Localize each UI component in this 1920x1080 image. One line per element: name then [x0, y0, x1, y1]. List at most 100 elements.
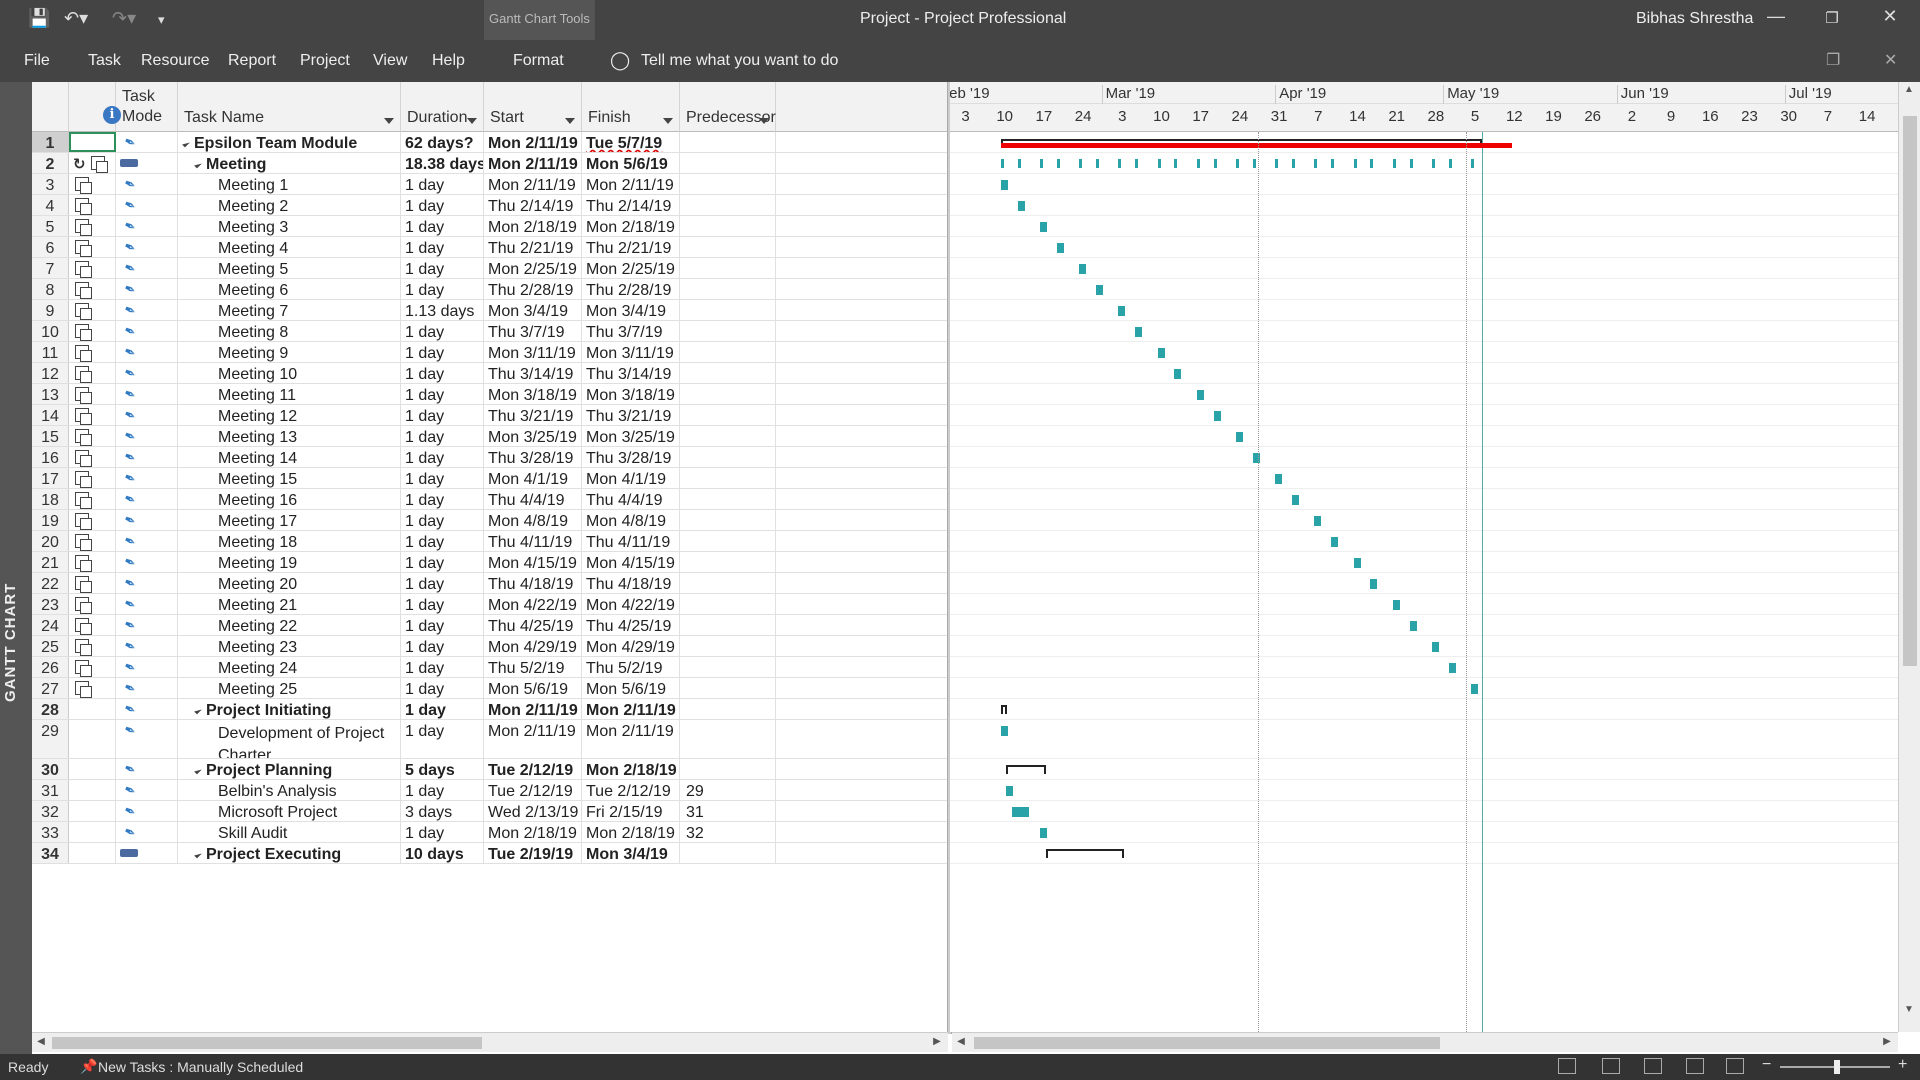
- new-tasks-mode[interactable]: New Tasks : Manually Scheduled: [98, 1059, 303, 1075]
- task-mode-cell[interactable]: ✒: [116, 552, 178, 572]
- duration-cell[interactable]: 1 day: [401, 216, 484, 236]
- scroll-right-icon[interactable]: ▶: [930, 1036, 944, 1050]
- task-bar[interactable]: [1056, 243, 1064, 253]
- task-name-header[interactable]: Task Name: [178, 82, 401, 132]
- start-cell[interactable]: Mon 2/11/19: [484, 132, 582, 152]
- task-bar[interactable]: [1012, 807, 1029, 817]
- duration-cell[interactable]: 1 day: [401, 594, 484, 614]
- start-cell[interactable]: Thu 2/28/19: [484, 279, 582, 299]
- task-bar[interactable]: [1471, 684, 1479, 694]
- task-mode-cell[interactable]: ✒: [116, 573, 178, 593]
- task-row[interactable]: 31 ✒ Belbin's Analysis 1 day Tue 2/12/19 Tue …: [32, 780, 950, 801]
- finish-cell[interactable]: Mon 2/18/19: [582, 216, 680, 236]
- finish-cell[interactable]: Mon 4/22/19: [582, 594, 680, 614]
- task-mode-cell[interactable]: ✒: [116, 822, 178, 842]
- task-row[interactable]: 15 ✒ Meeting 13 1 day Mon 3/25/19 Mon 3/25/19: [32, 426, 950, 447]
- task-name-cell[interactable]: Microsoft Project: [178, 801, 401, 821]
- duration-cell[interactable]: 1 day: [401, 174, 484, 194]
- task-bar[interactable]: [1370, 579, 1378, 589]
- start-cell[interactable]: Mon 4/22/19: [484, 594, 582, 614]
- summary-bar[interactable]: [1006, 765, 1046, 774]
- row-number[interactable]: 13: [32, 384, 69, 404]
- predecessors-cell[interactable]: [680, 237, 776, 257]
- task-row[interactable]: 21 ✒ Meeting 19 1 day Mon 4/15/19 Mon 4/15/19: [32, 552, 950, 573]
- task-bar[interactable]: [1392, 600, 1400, 610]
- predecessors-cell[interactable]: [680, 699, 776, 719]
- finish-cell[interactable]: Thu 2/14/19: [582, 195, 680, 215]
- duration-cell[interactable]: 1 day: [401, 552, 484, 572]
- duration-cell[interactable]: 18.38 days: [401, 153, 484, 173]
- duration-filter-icon[interactable]: [467, 118, 477, 124]
- task-name-cell[interactable]: Meeting 3: [178, 216, 401, 236]
- predecessors-cell[interactable]: [680, 426, 776, 446]
- tab-resource[interactable]: Resource: [141, 52, 209, 70]
- task-row[interactable]: 33 ✒ Skill Audit 1 day Mon 2/18/19 Mon 2/18/1…: [32, 822, 950, 843]
- task-mode-cell[interactable]: ✒: [116, 699, 178, 719]
- task-mode-cell[interactable]: ✒: [116, 384, 178, 404]
- task-row[interactable]: 25 ✒ Meeting 23 1 day Mon 4/29/19 Mon 4/29/19: [32, 636, 950, 657]
- task-bar[interactable]: [1331, 537, 1339, 547]
- task-bar[interactable]: [1236, 432, 1243, 442]
- row-number[interactable]: 34: [32, 843, 69, 863]
- task-name-cell[interactable]: Meeting 15: [178, 468, 401, 488]
- ribbon-restore-icon[interactable]: ❐: [1826, 50, 1840, 70]
- row-number[interactable]: 1: [32, 132, 69, 152]
- tab-help[interactable]: Help: [432, 52, 465, 70]
- start-cell[interactable]: Mon 4/29/19: [484, 636, 582, 656]
- task-name-cell[interactable]: Meeting: [178, 153, 401, 173]
- task-row[interactable]: 34 Project Executing 10 days Tue 2/19/19 Mon…: [32, 843, 950, 864]
- start-cell[interactable]: Thu 2/14/19: [484, 195, 582, 215]
- finish-cell[interactable]: Thu 3/28/19: [582, 447, 680, 467]
- predecessors-cell[interactable]: [680, 447, 776, 467]
- task-bar[interactable]: [1006, 786, 1014, 796]
- task-name-cell[interactable]: Meeting 23: [178, 636, 401, 656]
- predecessors-cell[interactable]: [680, 843, 776, 863]
- duration-cell[interactable]: 1 day: [401, 237, 484, 257]
- task-name-cell[interactable]: Belbin's Analysis: [178, 780, 401, 800]
- task-bar[interactable]: [1157, 348, 1165, 358]
- duration-cell[interactable]: 3 days: [401, 801, 484, 821]
- task-bar[interactable]: [1314, 516, 1322, 526]
- task-name-filter-icon[interactable]: [384, 118, 394, 124]
- predecessors-cell[interactable]: [680, 468, 776, 488]
- finish-cell[interactable]: Thu 3/21/19: [582, 405, 680, 425]
- task-row[interactable]: 27 ✒ Meeting 25 1 day Mon 5/6/19 Mon 5/6/19: [32, 678, 950, 699]
- task-mode-cell[interactable]: ✒: [116, 300, 178, 320]
- start-cell[interactable]: Mon 3/4/19: [484, 300, 582, 320]
- tab-task[interactable]: Task: [88, 52, 121, 70]
- task-name-cell[interactable]: Project Initiating: [178, 699, 401, 719]
- row-number[interactable]: 27: [32, 678, 69, 698]
- task-name-cell[interactable]: Skill Audit: [178, 822, 401, 842]
- task-row[interactable]: 19 ✒ Meeting 17 1 day Mon 4/8/19 Mon 4/8/19: [32, 510, 950, 531]
- task-mode-cell[interactable]: ✒: [116, 237, 178, 257]
- task-row[interactable]: 26 ✒ Meeting 24 1 day Thu 5/2/19 Thu 5/2/19: [32, 657, 950, 678]
- gantt-scroll-thumb[interactable]: [974, 1037, 1440, 1049]
- duration-cell[interactable]: 1.13 days: [401, 300, 484, 320]
- task-name-cell[interactable]: Development of Project Charter: [178, 720, 401, 758]
- task-row[interactable]: 22 ✒ Meeting 20 1 day Thu 4/18/19 Thu 4/18/19: [32, 573, 950, 594]
- predecessors-cell[interactable]: [680, 573, 776, 593]
- duration-cell[interactable]: 1 day: [401, 615, 484, 635]
- task-row[interactable]: 6 ✒ Meeting 41 day Thu 2/21/19 Thu 2/21/19: [32, 237, 950, 258]
- row-number[interactable]: 8: [32, 279, 69, 299]
- finish-cell[interactable]: Fri 2/15/19: [582, 801, 680, 821]
- start-cell[interactable]: Mon 2/11/19: [484, 720, 582, 758]
- add-column-header[interactable]: [776, 82, 950, 132]
- task-name-cell[interactable]: Project Executing: [178, 843, 401, 863]
- task-row[interactable]: 18 ✒ Meeting 16 1 day Thu 4/4/19 Thu 4/4/19: [32, 489, 950, 510]
- task-mode-cell[interactable]: ✒: [116, 258, 178, 278]
- task-row[interactable]: 24 ✒ Meeting 22 1 day Thu 4/25/19 Thu 4/25/19: [32, 615, 950, 636]
- task-mode-cell[interactable]: ✒: [116, 426, 178, 446]
- minimize-icon[interactable]: —: [1758, 6, 1794, 27]
- duration-cell[interactable]: 1 day: [401, 195, 484, 215]
- task-mode-cell[interactable]: [116, 843, 178, 863]
- finish-cell[interactable]: Mon 3/11/19: [582, 342, 680, 362]
- start-cell[interactable]: Thu 5/2/19: [484, 657, 582, 677]
- predecessors-cell[interactable]: [680, 759, 776, 779]
- user-name[interactable]: Bibhas Shrestha: [1636, 10, 1753, 28]
- row-number[interactable]: 11: [32, 342, 69, 362]
- collapse-triangle-icon[interactable]: [194, 850, 202, 859]
- timescale-months[interactable]: Feb '19 Mar '19 Apr '19 May '19 Jun '19 Jul '…: [950, 82, 1898, 104]
- scroll-left-icon[interactable]: ◀: [34, 1036, 48, 1050]
- zoom-out-icon[interactable]: −: [1762, 1056, 1771, 1074]
